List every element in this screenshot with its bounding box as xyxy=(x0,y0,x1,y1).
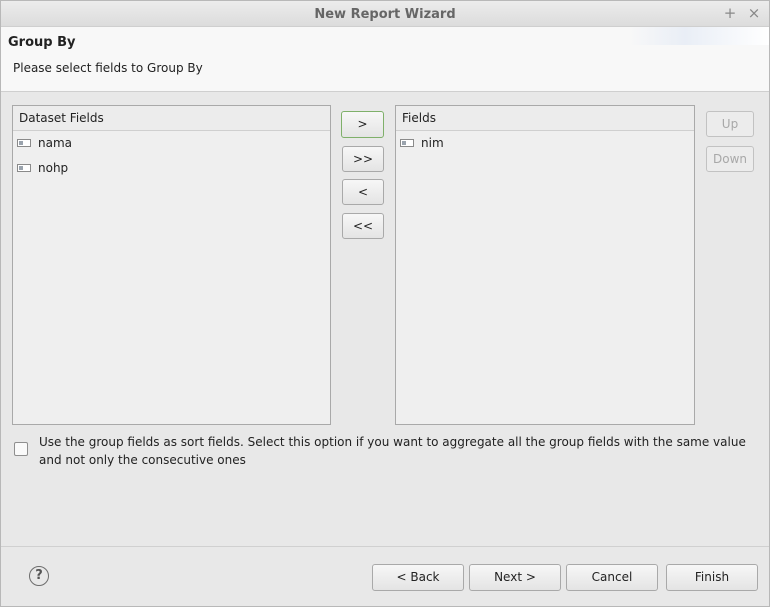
list-item[interactable]: nama xyxy=(13,131,330,156)
finish-button[interactable]: Finish xyxy=(666,564,758,591)
footer-divider xyxy=(1,546,769,547)
page-description: Please select fields to Group By xyxy=(13,61,203,75)
add-field-button[interactable]: > xyxy=(341,111,384,138)
wizard-header: Group By Please select fields to Group B… xyxy=(1,27,769,92)
group-fields-header: Fields xyxy=(396,106,694,131)
page-heading: Group By xyxy=(8,35,76,50)
wizard-window: New Report Wizard + × Group By Please se… xyxy=(0,0,770,607)
header-banner xyxy=(629,27,769,45)
list-item-label: nohp xyxy=(38,161,69,175)
list-item[interactable]: nohp xyxy=(13,156,330,181)
move-down-button[interactable]: Down xyxy=(706,146,754,172)
close-icon[interactable]: × xyxy=(746,5,762,21)
remove-field-button[interactable]: < xyxy=(342,179,384,205)
window-title: New Report Wizard xyxy=(314,7,456,22)
field-icon xyxy=(400,139,414,147)
cancel-button[interactable]: Cancel xyxy=(566,564,658,591)
dataset-fields-header: Dataset Fields xyxy=(13,106,330,131)
group-fields-list[interactable]: Fields nim xyxy=(395,105,695,425)
list-item-label: nama xyxy=(38,136,73,150)
list-item-label: nim xyxy=(421,136,444,150)
add-all-fields-button[interactable]: >> xyxy=(342,146,384,172)
sort-fields-label: Use the group fields as sort fields. Sel… xyxy=(39,435,746,467)
remove-all-fields-button[interactable]: << xyxy=(342,213,384,239)
help-icon[interactable]: ? xyxy=(29,566,49,586)
back-button[interactable]: < Back xyxy=(372,564,464,591)
maximize-icon[interactable]: + xyxy=(722,5,738,21)
dataset-fields-list[interactable]: Dataset Fields nama nohp xyxy=(12,105,331,425)
field-icon xyxy=(17,139,31,147)
list-item[interactable]: nim xyxy=(396,131,694,156)
move-up-button[interactable]: Up xyxy=(706,111,754,137)
sort-fields-checkbox[interactable] xyxy=(14,442,28,456)
title-bar: New Report Wizard + × xyxy=(1,1,769,27)
next-button[interactable]: Next > xyxy=(469,564,561,591)
field-icon xyxy=(17,164,31,172)
